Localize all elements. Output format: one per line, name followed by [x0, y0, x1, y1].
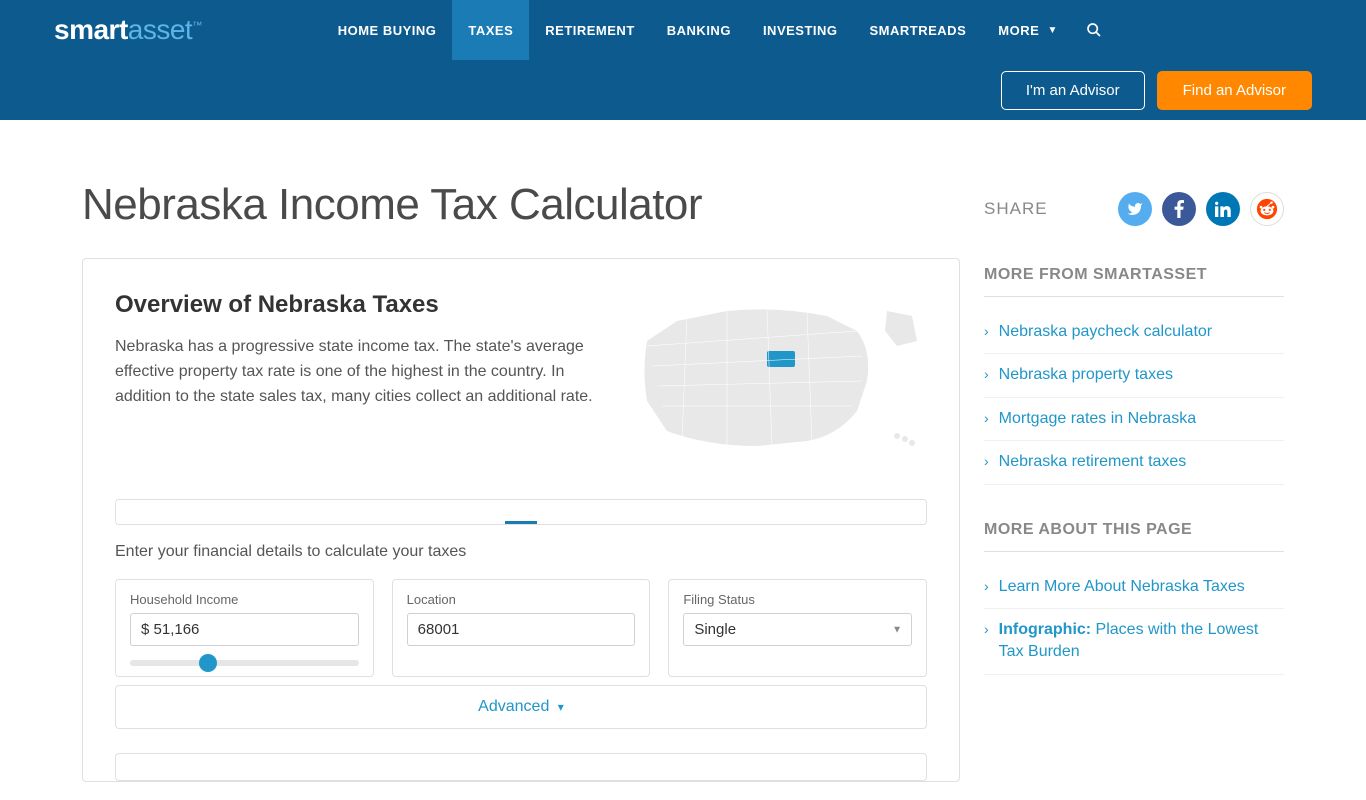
more-about-section: MORE ABOUT THIS PAGE › Learn More About … [984, 521, 1284, 675]
filing-status-group: Filing Status Single ▼ [668, 579, 927, 677]
chevron-down-icon: ▾ [558, 700, 564, 714]
nav-more-label: MORE [998, 23, 1039, 38]
share-row: SHARE [984, 192, 1284, 226]
household-income-group: Household Income [115, 579, 374, 677]
search-icon[interactable] [1086, 22, 1102, 38]
chevron-right-icon: › [984, 621, 989, 637]
twitter-icon[interactable] [1118, 192, 1152, 226]
logo-part1: smart [54, 14, 128, 45]
advanced-link: Advanced ▾ [478, 698, 564, 715]
results-card [115, 753, 927, 781]
calculator-card: Overview of Nebraska Taxes Nebraska has … [82, 258, 960, 782]
link-property-taxes[interactable]: › Nebraska property taxes [984, 354, 1284, 397]
tab-strip[interactable] [115, 499, 927, 525]
more-about-title: MORE ABOUT THIS PAGE [984, 521, 1284, 552]
income-slider[interactable] [130, 660, 359, 666]
link-infographic[interactable]: › Infographic: Places with the Lowest Ta… [984, 609, 1284, 675]
content: Nebraska Income Tax Calculator Overview … [28, 120, 1338, 800]
link-paycheck-calculator[interactable]: › Nebraska paycheck calculator [984, 311, 1284, 354]
sidebar: SHARE MORE FROM SMARTASSET › Nebraska pa… [984, 180, 1284, 800]
share-label: SHARE [984, 199, 1048, 219]
reddit-icon[interactable] [1250, 192, 1284, 226]
logo-tm: ™ [192, 21, 202, 32]
overview-text: Overview of Nebraska Taxes Nebraska has … [115, 291, 603, 471]
link-text: Learn More About Nebraska Taxes [999, 576, 1245, 598]
main-column: Nebraska Income Tax Calculator Overview … [82, 180, 960, 800]
link-mortgage-rates[interactable]: › Mortgage rates in Nebraska [984, 398, 1284, 441]
overview-section: Overview of Nebraska Taxes Nebraska has … [115, 291, 927, 471]
slider-thumb[interactable] [199, 654, 217, 672]
tab-indicator [505, 521, 537, 524]
page-title: Nebraska Income Tax Calculator [82, 180, 960, 230]
link-learn-more[interactable]: › Learn More About Nebraska Taxes [984, 566, 1284, 609]
nav-home-buying[interactable]: HOME BUYING [322, 0, 453, 60]
logo[interactable]: smartasset™ [54, 14, 202, 46]
location-group: Location [392, 579, 651, 677]
inputs-row: Household Income Location Filing Status [115, 579, 927, 677]
link-text: Infographic: Places with the Lowest Tax … [999, 619, 1284, 664]
advanced-toggle[interactable]: Advanced ▾ [115, 685, 927, 729]
us-map [627, 291, 927, 471]
household-income-input[interactable] [130, 613, 359, 646]
chevron-right-icon: › [984, 453, 989, 469]
nav-retirement[interactable]: RETIREMENT [529, 0, 651, 60]
chevron-right-icon: › [984, 323, 989, 339]
nav-banking[interactable]: BANKING [651, 0, 747, 60]
overview-description: Nebraska has a progressive state income … [115, 335, 603, 409]
advanced-label: Advanced [478, 698, 549, 715]
nav-taxes[interactable]: TAXES [452, 0, 529, 60]
chevron-right-icon: › [984, 410, 989, 426]
nav-more[interactable]: MORE ▼ [982, 0, 1074, 60]
nav-smartreads[interactable]: SMARTREADS [854, 0, 983, 60]
link-text: Nebraska retirement taxes [999, 451, 1187, 473]
more-from-section: MORE FROM SMARTASSET › Nebraska paycheck… [984, 266, 1284, 485]
chevron-right-icon: › [984, 578, 989, 594]
subheader: I'm an Advisor Find an Advisor [0, 60, 1366, 120]
filing-status-label: Filing Status [683, 592, 912, 607]
linkedin-icon[interactable] [1206, 192, 1240, 226]
logo-part2: asset [128, 14, 192, 45]
link-text: Mortgage rates in Nebraska [999, 408, 1196, 430]
input-prompt: Enter your financial details to calculat… [115, 543, 927, 561]
link-text: Nebraska property taxes [999, 364, 1173, 386]
map-svg [627, 291, 927, 471]
location-label: Location [407, 592, 636, 607]
location-input[interactable] [407, 613, 636, 646]
chevron-down-icon: ▼ [1047, 25, 1057, 36]
im-an-advisor-button[interactable]: I'm an Advisor [1001, 71, 1145, 110]
filing-status-select[interactable]: Single [683, 613, 912, 646]
top-nav: smartasset™ HOME BUYING TAXES RETIREMENT… [0, 0, 1366, 60]
facebook-icon[interactable] [1162, 192, 1196, 226]
link-retirement-taxes[interactable]: › Nebraska retirement taxes [984, 441, 1284, 484]
chevron-right-icon: › [984, 366, 989, 382]
more-from-title: MORE FROM SMARTASSET [984, 266, 1284, 297]
slider-fill [130, 660, 208, 666]
overview-title: Overview of Nebraska Taxes [115, 291, 603, 319]
link-text: Nebraska paycheck calculator [999, 321, 1212, 343]
find-an-advisor-button[interactable]: Find an Advisor [1157, 71, 1312, 110]
nav-investing[interactable]: INVESTING [747, 0, 854, 60]
main-nav: HOME BUYING TAXES RETIREMENT BANKING INV… [322, 0, 1074, 60]
nebraska-highlight [767, 351, 795, 367]
household-income-label: Household Income [130, 592, 359, 607]
